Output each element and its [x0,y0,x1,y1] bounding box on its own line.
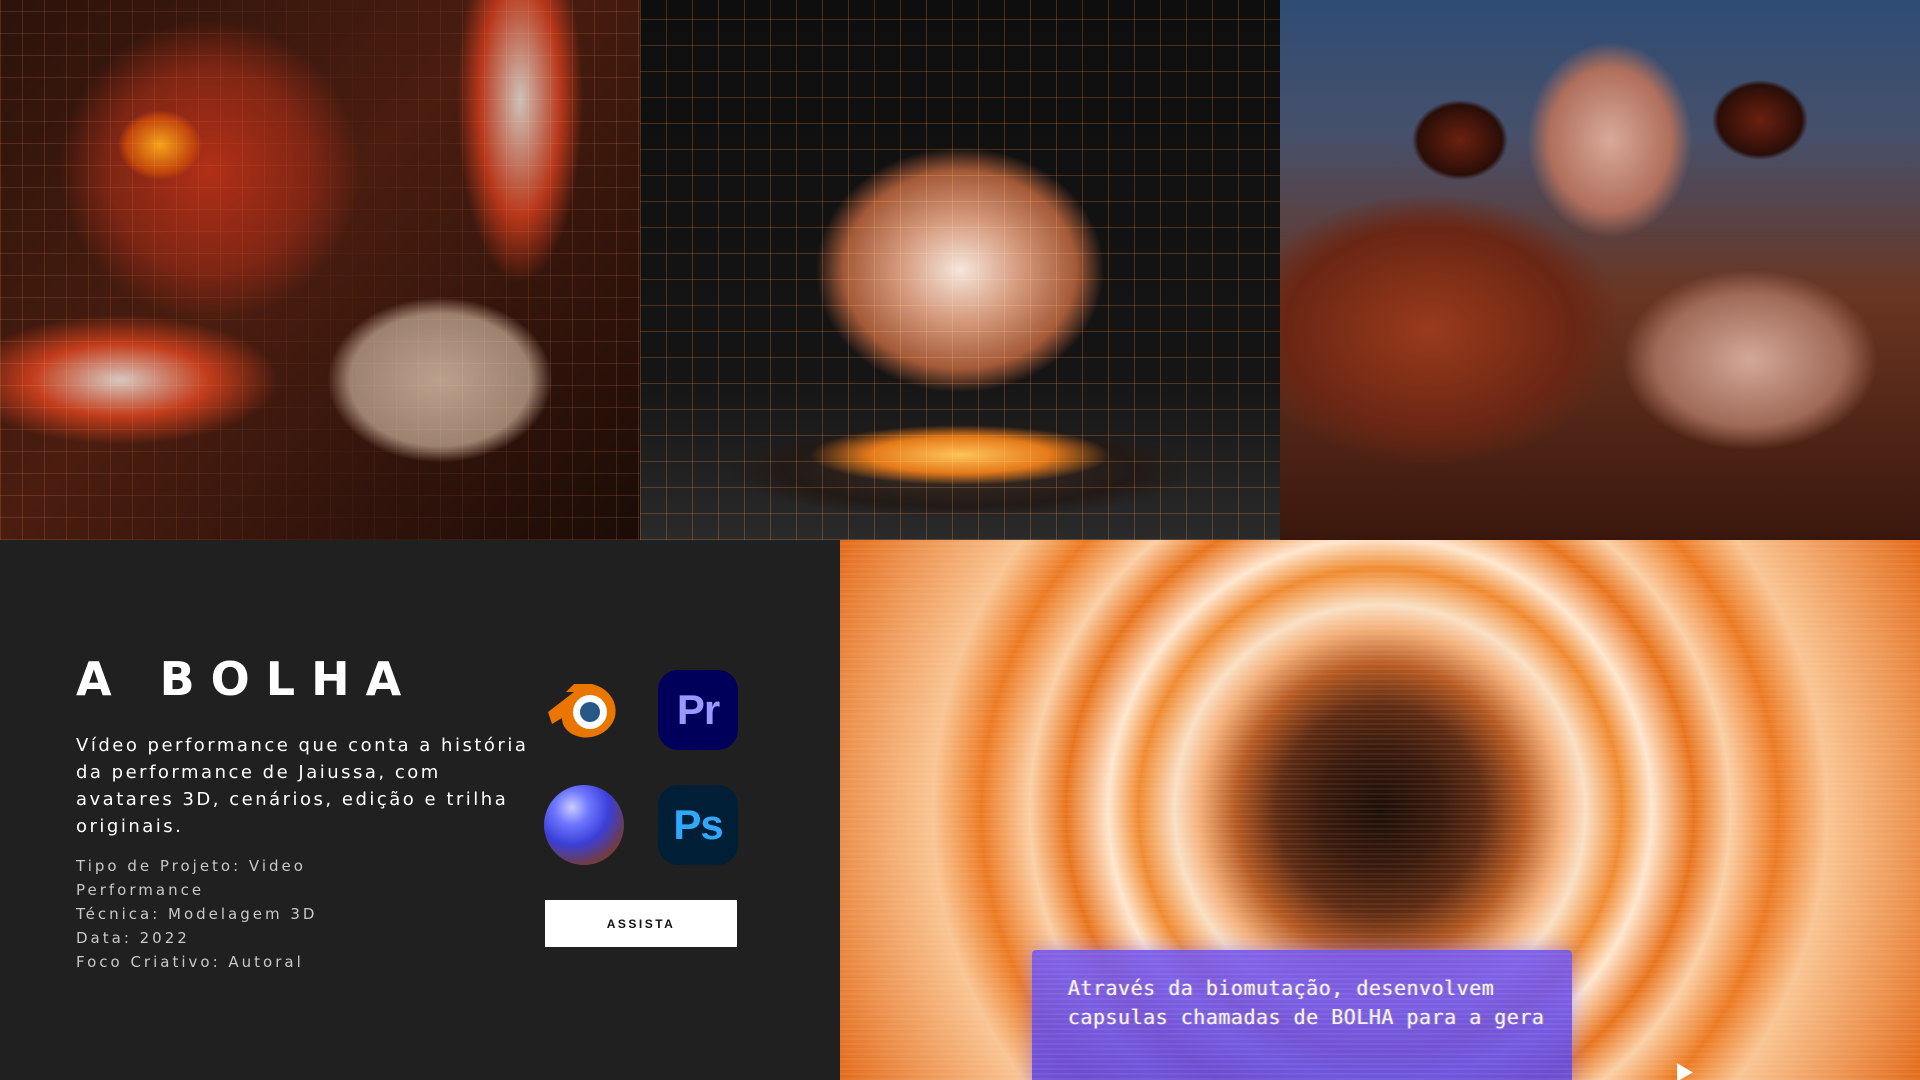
blender-icon [544,670,624,750]
meta-date: Data: 2022 [76,929,190,947]
photoshop-glyph: Ps [673,801,723,848]
subtitle-text: Através da biomutação, desenvolvem capsu… [1068,976,1545,1029]
watch-button[interactable]: ASSISTA [545,900,737,947]
render-image-creature-tentacles [0,0,640,540]
sphere-icon [544,785,624,865]
project-info-panel: A BOLHA Vídeo performance que conta a hi… [0,540,840,1080]
photoshop-icon: Ps [658,785,738,865]
meta-creative-focus: Foco Criativo: Autoral [76,953,304,971]
meta-technique: Técnica: Modelagem 3D [76,905,318,923]
premiere-glyph: Pr [676,686,720,733]
premiere-icon: Pr [658,670,738,750]
video-frame[interactable]: Através da biomutação, desenvolvem capsu… [840,540,1920,1080]
meta-project-type: Tipo de Projeto: Video [76,857,306,875]
render-image-bubble-capsule [640,0,1280,540]
render-image-figure-pipes [1280,0,1920,540]
meta-project-type-cont: Performance [76,881,205,899]
subtitle-box: Através da biomutação, desenvolvem capsu… [1032,950,1572,1080]
project-description: Vídeo performance que conta a história d… [76,735,529,837]
project-meta: Tipo de Projeto: Video Performance Técni… [76,854,366,974]
mouse-cursor-icon [1669,1058,1693,1080]
project-title: A BOLHA [76,652,418,706]
